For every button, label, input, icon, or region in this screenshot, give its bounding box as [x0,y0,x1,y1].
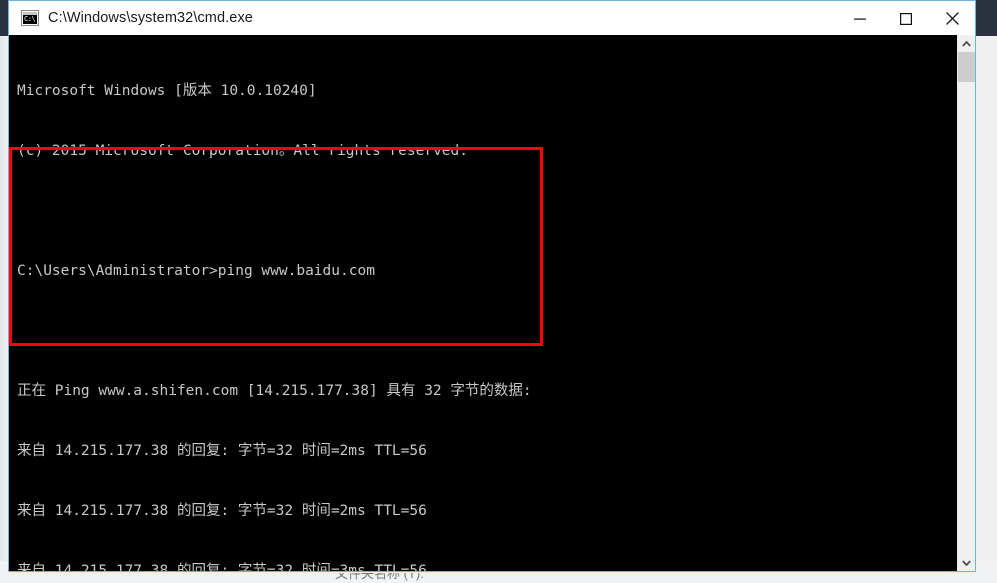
minimize-icon [854,18,866,20]
title-bar[interactable]: C:\ C:\Windows\system32\cmd.exe [9,0,975,35]
window-title: C:\Windows\system32\cmd.exe [48,10,253,26]
window-controls [837,1,975,36]
console-line-reply: 来自 14.215.177.38 的回复: 字节=32 时间=3ms TTL=5… [17,563,427,571]
cmd-window[interactable]: C:\ C:\Windows\system32\cmd.exe Microsof… [8,0,976,572]
maximize-button[interactable] [883,1,929,36]
console-line-command: C:\Users\Administrator>ping www.baidu.co… [17,263,375,279]
console-line-ping-header: 正在 Ping www.a.shifen.com [14.215.177.38]… [17,383,532,399]
background-occluded-label-text: 文件夹名称 (T): [335,573,424,581]
cmd-icon-prompt: C:\ [24,15,36,23]
console-scrollbar[interactable] [957,35,975,571]
console-area[interactable]: Microsoft Windows [版本 10.0.10240] (c) 20… [9,35,975,571]
scrollbar-thumb[interactable] [958,52,975,82]
scrollbar-track[interactable] [958,52,975,554]
minimize-button[interactable] [837,1,883,36]
console-line-reply: 来自 14.215.177.38 的回复: 字节=32 时间=2ms TTL=5… [17,443,427,459]
console-line: Microsoft Windows [版本 10.0.10240] [17,83,317,99]
console-line-reply: 来自 14.215.177.38 的回复: 字节=32 时间=2ms TTL=5… [17,503,427,519]
close-icon [945,12,959,25]
close-button[interactable] [929,1,975,36]
console-output[interactable]: Microsoft Windows [版本 10.0.10240] (c) 20… [9,35,957,571]
chevron-up-icon [962,40,971,47]
scrollbar-up-button[interactable] [958,35,975,52]
cmd-icon: C:\ [21,10,39,26]
background-occluded-label: 文件夹名称 (T): [335,573,565,583]
maximize-icon [900,12,912,25]
scrollbar-down-button[interactable] [958,554,975,571]
chevron-down-icon [962,559,971,566]
red-highlight-annotation [9,147,543,346]
console-line: (c) 2015 Microsoft Corporation。All right… [17,143,468,159]
